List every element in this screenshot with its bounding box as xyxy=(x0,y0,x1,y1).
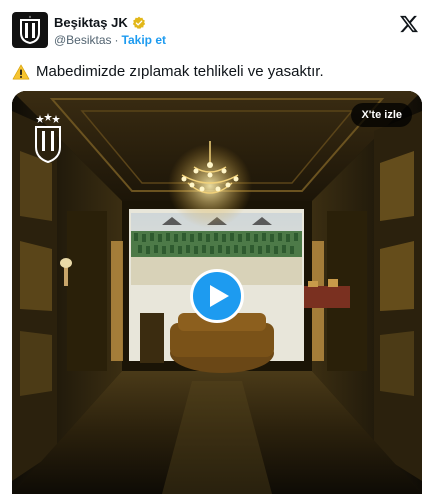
name-row: Beşiktaş JK xyxy=(54,15,146,30)
watch-on-x-button[interactable]: X'te izle xyxy=(351,103,412,127)
club-crest-icon xyxy=(20,15,40,44)
tweet-header: Beşiktaş JK @Besiktas · Takip et xyxy=(12,12,419,52)
handle-row: @Besiktas · Takip et xyxy=(54,33,166,47)
video-player[interactable]: X'te izle xyxy=(12,91,422,494)
play-icon xyxy=(210,285,229,307)
club-crest-icon xyxy=(35,113,61,163)
follow-button[interactable]: Takip et xyxy=(122,33,166,47)
warning-icon xyxy=(12,64,30,79)
verified-badge-icon xyxy=(132,16,145,29)
account-handle[interactable]: @Besiktas xyxy=(54,33,112,47)
tweet-body: Mabedimizde zıplamak tehlikeli ve yasakt… xyxy=(12,63,324,80)
tweet-text: Mabedimizde zıplamak tehlikeli ve yasakt… xyxy=(36,63,324,80)
x-logo-icon[interactable] xyxy=(399,14,419,34)
avatar[interactable] xyxy=(12,12,48,48)
account-name[interactable]: Beşiktaş JK xyxy=(54,15,128,30)
play-button[interactable] xyxy=(190,269,244,323)
separator-dot: · xyxy=(114,33,119,47)
